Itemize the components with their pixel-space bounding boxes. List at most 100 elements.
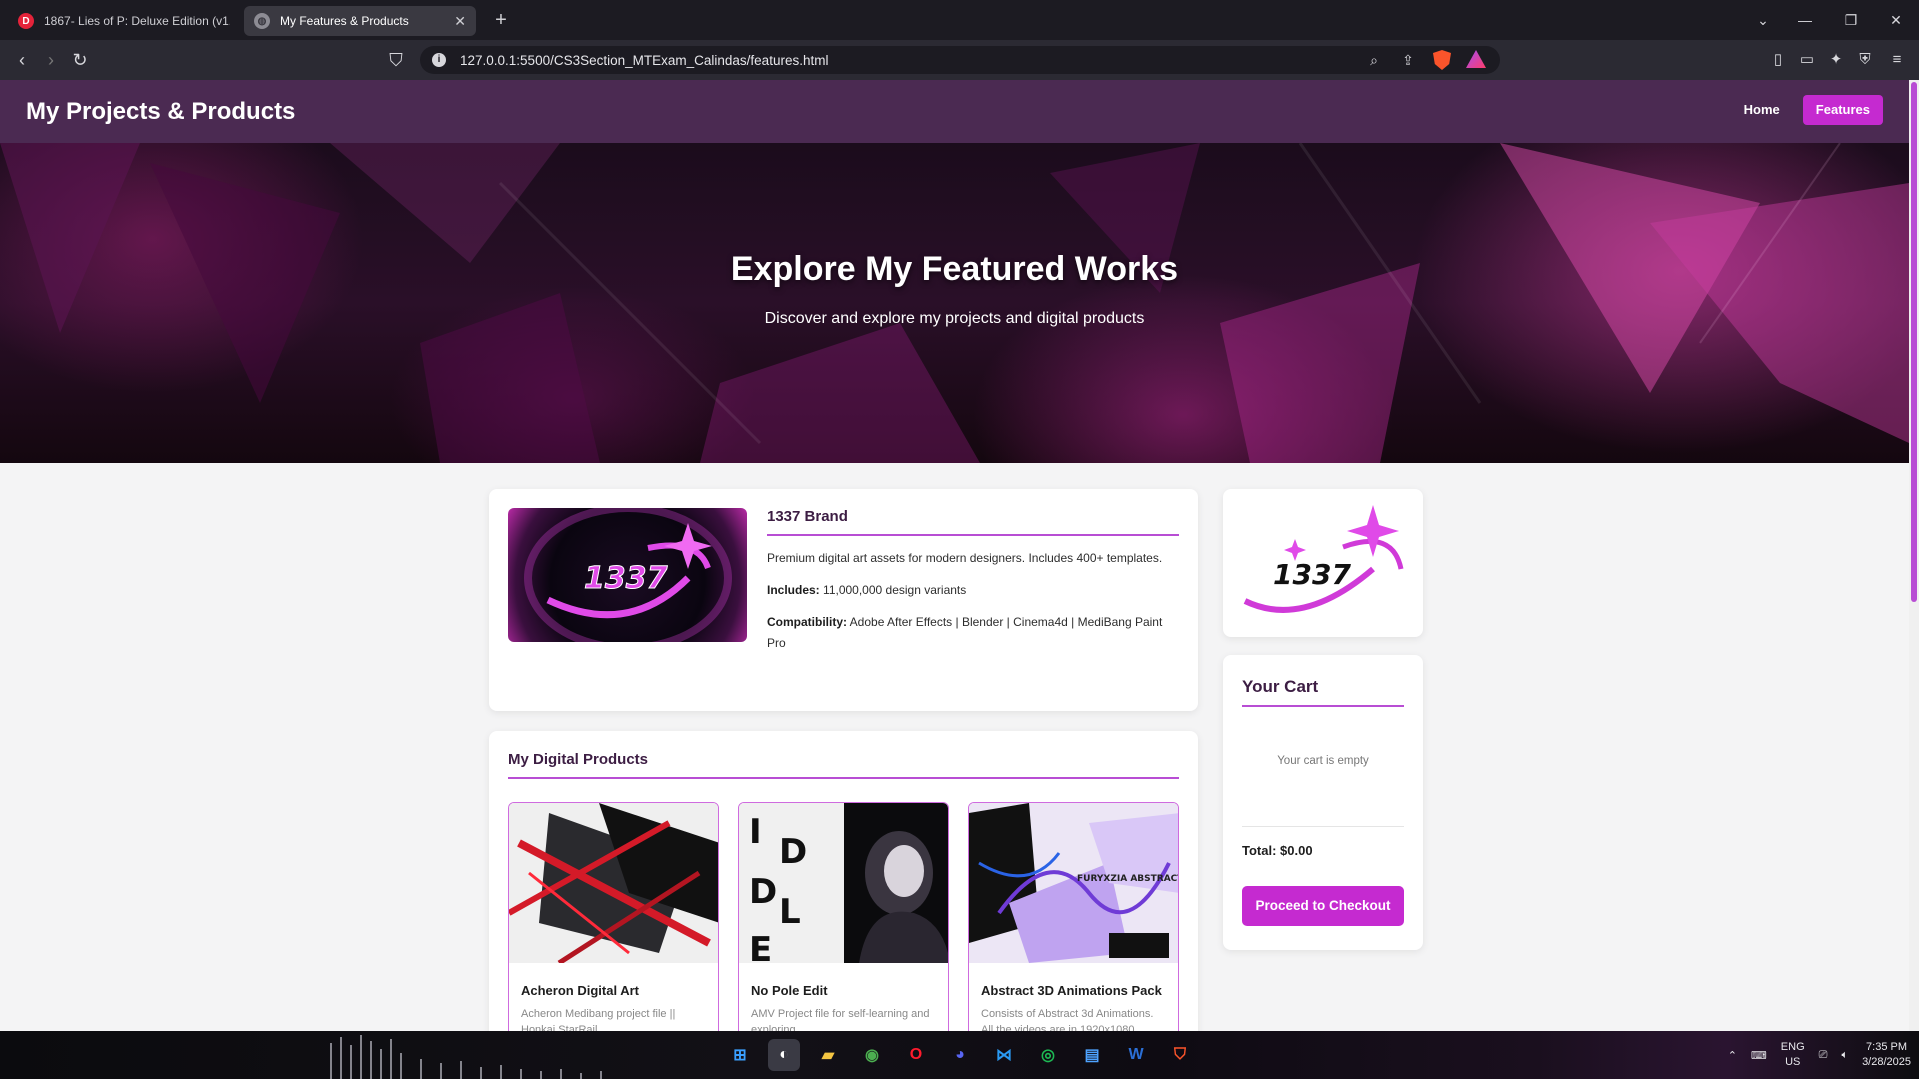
game-app-icon[interactable]: ◐ xyxy=(768,1039,800,1071)
leo-ai-icon[interactable]: ✦ xyxy=(1824,48,1848,72)
bookmark-icon[interactable]: ⛉ xyxy=(384,48,408,72)
svg-text:I: I xyxy=(749,812,762,852)
product-image: FURYXZIA ABSTRACT 3D P xyxy=(969,803,1178,963)
windows-start-icon[interactable]: ⊞ xyxy=(724,1039,756,1071)
product-description: Acheron Medibang project file || Honkai … xyxy=(521,1008,676,1031)
notepad-icon[interactable]: ▤ xyxy=(1076,1039,1108,1071)
brave-taskbar-icon[interactable]: ⛉ xyxy=(1164,1039,1196,1071)
url-text[interactable]: 127.0.0.1:5500/CS3Section_MTExam_Calinda… xyxy=(460,53,1352,68)
nav-home-link[interactable]: Home xyxy=(1731,95,1793,125)
brand-includes: Includes: 11,000,000 design variants xyxy=(767,580,1179,601)
address-bar[interactable]: i 127.0.0.1:5500/CS3Section_MTExam_Calin… xyxy=(420,46,1500,74)
nav-features-link[interactable]: Features xyxy=(1802,95,1883,125)
product-card-abstract-3d[interactable]: FURYXZIA ABSTRACT 3D P Abstract 3D Anima… xyxy=(968,802,1179,1031)
hero-subtitle: Discover and explore my projects and dig… xyxy=(764,310,1145,327)
tab-lies-of-p[interactable]: D 1867- Lies of P: Deluxe Edition (v1.5 xyxy=(8,6,240,36)
no-pole-art: I D D L E xyxy=(739,803,948,963)
product-description: Consists of Abstract 3d Animations. All … xyxy=(981,1008,1154,1031)
restore-icon[interactable]: ❐ xyxy=(1828,0,1874,40)
svg-text:D: D xyxy=(749,872,777,912)
brand-logo: 1337 xyxy=(1243,505,1404,613)
close-tab-icon[interactable]: ✕ xyxy=(454,13,466,30)
sidebar-icon[interactable]: ▯ xyxy=(1766,48,1790,72)
zoom-icon[interactable]: ⌕ xyxy=(1362,50,1386,70)
file-explorer-icon[interactable]: ▰ xyxy=(812,1039,844,1071)
site-nav: Home Features xyxy=(1731,95,1883,125)
site-header: My Projects & Products Home Features xyxy=(0,80,1909,143)
cart-divider xyxy=(1242,826,1404,827)
back-icon[interactable]: ‹ xyxy=(10,48,34,72)
checkout-button[interactable]: Proceed to Checkout xyxy=(1242,886,1404,926)
hero-title: Explore My Featured Works xyxy=(730,250,1179,288)
tab-my-features[interactable]: ◍ My Features & Products ✕ xyxy=(244,6,476,36)
site-info-icon[interactable]: i xyxy=(432,53,446,67)
scrollbar-thumb[interactable] xyxy=(1911,82,1917,602)
discord-icon[interactable]: ◕ xyxy=(944,1039,976,1071)
brand-info: 1337 Brand Premium digital art assets fo… xyxy=(767,508,1179,654)
forward-icon[interactable]: › xyxy=(39,48,63,72)
vscode-icon[interactable]: ⋈ xyxy=(988,1039,1020,1071)
brave-shields-icon[interactable] xyxy=(1430,50,1454,70)
vpn-icon[interactable]: ⛨ xyxy=(1853,48,1877,72)
word-icon[interactable]: W xyxy=(1120,1039,1152,1071)
logo-text: 1337 xyxy=(1273,558,1351,591)
clock-date: 3/28/2025 xyxy=(1862,1056,1911,1068)
includes-value: 11,000,000 design variants xyxy=(823,583,967,597)
language-code: ENG xyxy=(1780,1041,1805,1053)
new-tab-button[interactable]: + xyxy=(488,8,514,34)
abstract-overlay-text: FURYXZIA ABSTRACT 3D P xyxy=(1077,874,1178,884)
keyboard-icon[interactable]: ⌨ xyxy=(1751,1049,1767,1062)
chrome-icon[interactable]: ◉ xyxy=(856,1039,888,1071)
svg-text:D: D xyxy=(779,832,807,872)
clock[interactable]: 7:35 PM 3/28/2025 xyxy=(1862,1040,1911,1070)
products-section-title: My Digital Products xyxy=(508,751,1179,779)
cart-title: Your Cart xyxy=(1242,677,1404,707)
language-indicator[interactable]: ENG US xyxy=(1781,1040,1805,1070)
site-favicon-icon: D xyxy=(18,13,34,29)
product-card-acheron[interactable]: Acheron Digital Art Acheron Medibang pro… xyxy=(508,802,719,1031)
share-icon[interactable]: ⇪ xyxy=(1396,50,1420,70)
abstract-art: FURYXZIA ABSTRACT 3D P xyxy=(969,803,1178,963)
browser-toolbar: ‹ › ↻ ⛉ i 127.0.0.1:5500/CS3Section_MTEx… xyxy=(0,40,1919,80)
system-tray: ⌃ ⌨ ENG US ⎚ 🔈︎ 7:35 PM 3/28/2025 xyxy=(1728,1031,1911,1079)
spotify-icon[interactable]: ◎ xyxy=(1032,1039,1064,1071)
tab-strip: D 1867- Lies of P: Deluxe Edition (v1.5 … xyxy=(0,0,1919,40)
tray-overflow-icon[interactable]: ⌃ xyxy=(1728,1049,1737,1062)
product-card-no-pole[interactable]: I D D L E No Pole Edit AMV Project file … xyxy=(738,802,949,1031)
tab-list-chevron-icon[interactable]: ⌄ xyxy=(1740,0,1786,40)
site-title: My Projects & Products xyxy=(26,97,296,125)
close-window-icon[interactable]: ✕ xyxy=(1873,0,1919,40)
brand-logo-art: 1337 xyxy=(524,508,732,642)
menu-icon[interactable]: ≡ xyxy=(1885,48,1909,72)
includes-label: Includes: xyxy=(767,583,820,597)
reload-icon[interactable]: ↻ xyxy=(68,48,92,72)
product-image xyxy=(509,803,718,963)
minimize-icon[interactable]: — xyxy=(1782,0,1828,40)
taskbar-audio-visualizer xyxy=(330,1035,602,1079)
tab-label: My Features & Products xyxy=(280,14,409,28)
product-name: Abstract 3D Animations Pack xyxy=(981,983,1162,998)
product-description: AMV Project file for self-learning and e… xyxy=(751,1008,930,1031)
globe-icon: ◍ xyxy=(254,13,270,29)
brave-rewards-icon[interactable]: 8 xyxy=(1464,50,1488,70)
tab-label: 1867- Lies of P: Deluxe Edition (v1.5 xyxy=(44,14,230,28)
volume-icon[interactable]: 🔈︎ xyxy=(1841,1049,1848,1062)
cart-empty-message: Your cart is empty xyxy=(1277,755,1369,767)
taskbar-pinned-apps: ⊞ ◐ ▰ ◉ O ◕ ⋈ ◎ ▤ W ⛉ xyxy=(724,1039,1196,1071)
svg-text:L: L xyxy=(779,892,801,932)
hero-background-art xyxy=(0,143,1909,463)
product-image: I D D L E xyxy=(739,803,948,963)
brand-card: 1337 1337 Brand Premium digital art asse… xyxy=(489,489,1198,711)
opera-icon[interactable]: O xyxy=(900,1039,932,1071)
cart-card: Your Cart Your cart is empty Total: $0.0… xyxy=(1223,655,1423,950)
wallet-icon[interactable]: ▭ xyxy=(1795,48,1819,72)
page-scrollbar[interactable] xyxy=(1909,80,1919,1031)
network-icon[interactable]: ⎚ xyxy=(1819,1049,1828,1062)
acheron-art xyxy=(509,803,718,963)
brand-logo-text: 1337 xyxy=(584,561,668,596)
region-code: US xyxy=(1785,1056,1801,1068)
compatibility-label: Compatibility: xyxy=(767,615,847,629)
page-viewport: My Projects & Products Home Features Exp… xyxy=(0,80,1909,1031)
logo-card: 1337 xyxy=(1223,489,1423,637)
products-card: My Digital Products Acheron Digital Art … xyxy=(489,731,1198,1031)
